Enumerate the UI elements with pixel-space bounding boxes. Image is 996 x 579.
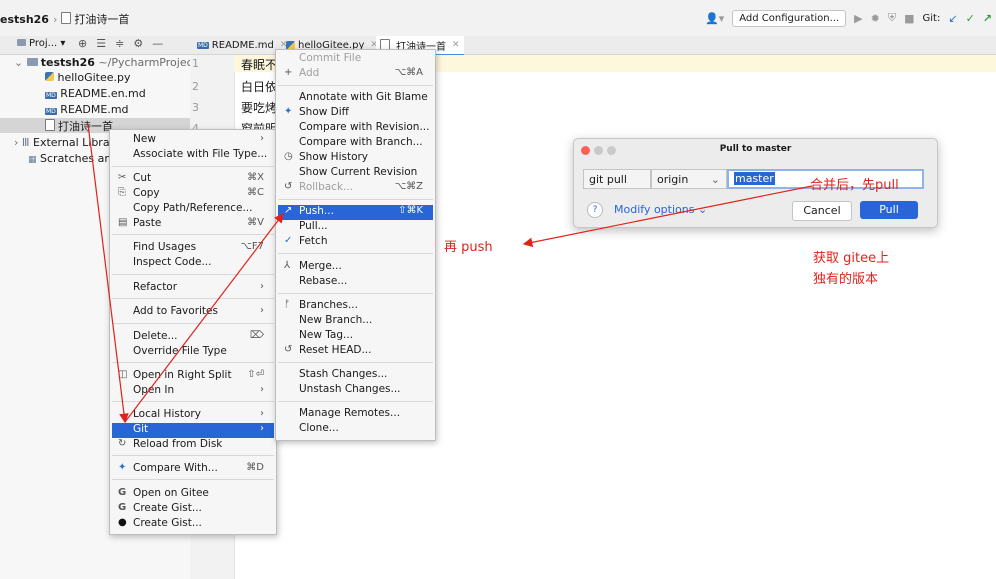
annotation-arrows [87,123,813,424]
push-annotation: 再 push [444,240,493,255]
fetch-annotation-line1: 获取 gitee上 [813,251,890,266]
arrow-to-git-menu [87,123,129,424]
fetch-annotation-line2: 独有的版本 [813,272,879,287]
arrow-to-push-note [522,185,813,248]
merge-annotation: 合并后，先pull [810,178,899,193]
arrow-to-push [124,213,284,423]
